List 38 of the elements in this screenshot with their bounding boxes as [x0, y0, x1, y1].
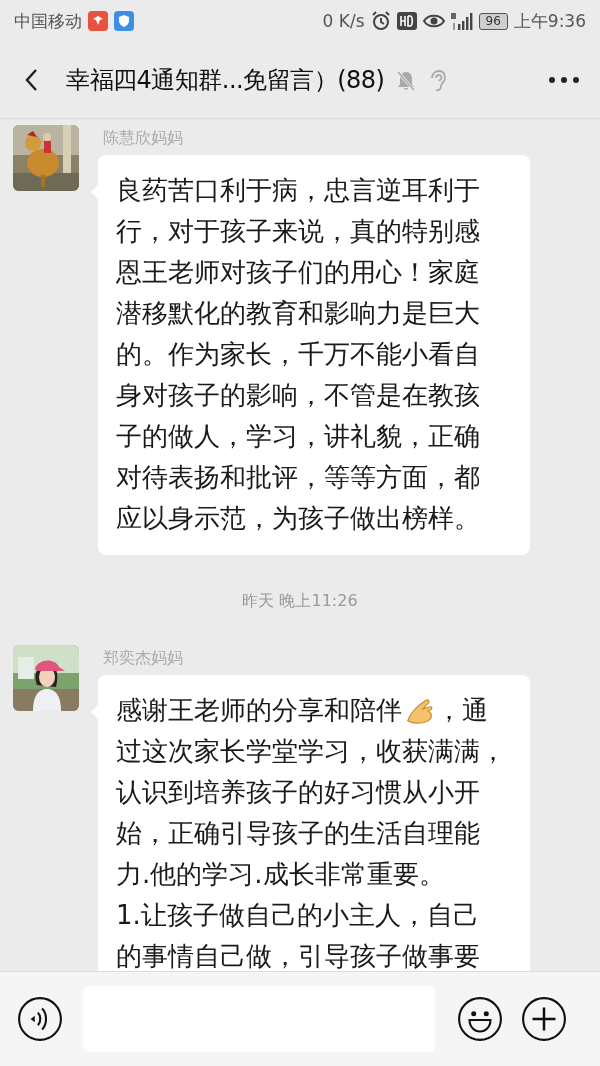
- more-icon: [548, 76, 580, 84]
- add-button[interactable]: [521, 996, 567, 1042]
- message-text: 始，正确引导孩子的生活自理能: [116, 817, 480, 850]
- notification-app-icon: [88, 11, 108, 31]
- chat-title: 幸福四4通知群...免留言）(88): [66, 65, 385, 96]
- message-text: 应以身示范，为孩子做出榜样。: [116, 502, 480, 535]
- message-text: 过这次家长学堂学习，收获满满，: [116, 735, 506, 768]
- sender-name: 陈慧欣妈妈: [103, 128, 183, 149]
- hand-emoji-icon: [404, 696, 434, 725]
- message-text: 子的做人，学习，讲礼貌，正确: [116, 420, 480, 453]
- message-text: 1.让孩子做自己的小主人，自己: [116, 899, 479, 932]
- voice-icon: [17, 996, 63, 1042]
- message-text: 认识到培养孩子的好习惯从小开: [116, 776, 480, 809]
- message-text: 的事情自己做，引导孩子做事要: [116, 940, 480, 971]
- message-text: 感谢王老师的分享和陪伴: [116, 694, 402, 727]
- message-text: 恩王老师对孩子们的用心！家庭: [116, 256, 480, 289]
- message-text: 力.他的学习.成长非常重要。: [116, 858, 445, 891]
- voice-button[interactable]: [17, 996, 63, 1042]
- shield-icon: [114, 11, 134, 31]
- network-speed: 0 K/s: [322, 11, 365, 31]
- sender-name: 郑奕杰妈妈: [103, 648, 183, 669]
- hd-icon: [396, 11, 417, 31]
- message-text: 潜移默化的教育和影响力是巨大: [116, 297, 480, 330]
- emoji-button[interactable]: [457, 996, 503, 1042]
- message-text: 的。作为家长，千万不能小看自: [116, 338, 480, 371]
- smiley-icon: [457, 996, 503, 1042]
- battery-level: 96: [478, 12, 508, 30]
- message-text: 行，对于孩子来说，真的特别感: [116, 215, 480, 248]
- carrier-name: 中国移动: [14, 9, 82, 33]
- status-time: 上午9:36: [513, 9, 586, 33]
- message-text: 身对孩子的影响，不管是在教孩: [116, 379, 480, 412]
- timestamp: 昨天 晚上11:26: [242, 591, 358, 612]
- signal-icon: [450, 11, 473, 31]
- message-text: ，通: [436, 694, 488, 727]
- plus-icon: [521, 996, 567, 1042]
- message-text: 对待表扬和批评，等等方面，都: [116, 461, 480, 494]
- message-text: 良药苦口利于病，忠言逆耳利于: [116, 174, 480, 207]
- alarm-icon: [370, 11, 391, 31]
